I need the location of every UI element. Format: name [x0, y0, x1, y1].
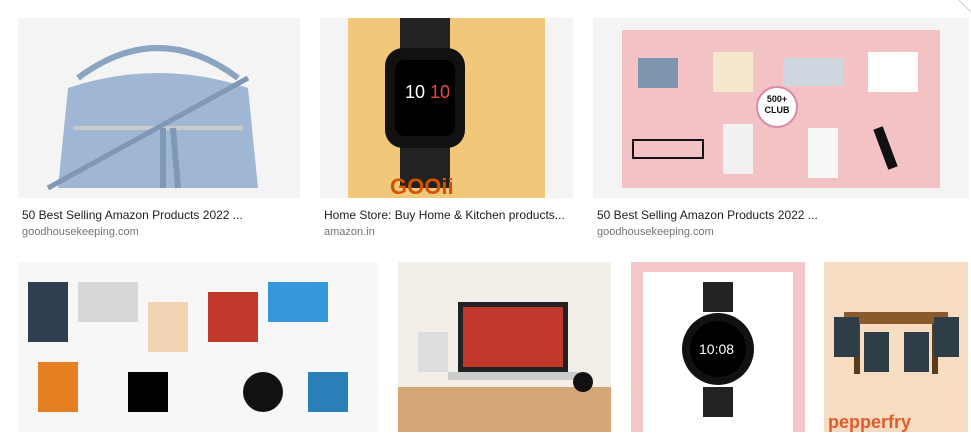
badge-top-text: 500+	[766, 94, 788, 104]
goqii-logo: GOOii	[390, 174, 454, 198]
result-card-3[interactable]: 500+ CLUB 50 Best Selling Amazon Product…	[593, 18, 969, 248]
result-source-2: amazon.in	[324, 226, 375, 238]
result-source-3: goodhousekeeping.com	[597, 226, 714, 238]
round-smartwatch-icon: 10:08	[682, 282, 754, 417]
result-image-6[interactable]: 10:08	[631, 262, 805, 432]
corner-fold-icon	[958, 0, 971, 13]
result-image-1[interactable]	[18, 18, 300, 198]
500-club-badge: 500+ CLUB	[756, 86, 798, 128]
badge-bottom-text: CLUB	[764, 105, 790, 115]
svg-text:10: 10	[405, 82, 425, 102]
result-title-1[interactable]: 50 Best Selling Amazon Products 2022 ...	[22, 208, 298, 222]
result-image-3[interactable]: 500+ CLUB	[593, 18, 969, 198]
result-image-2[interactable]: 10 10 GOOii	[320, 18, 573, 198]
svg-text:10: 10	[430, 82, 450, 102]
handbag-icon	[46, 45, 258, 191]
pepperfry-logo: pepperfry	[828, 412, 912, 432]
products-collage-icon	[28, 282, 348, 412]
result-title-2[interactable]: Home Store: Buy Home & Kitchen products.…	[324, 208, 573, 222]
result-card-2[interactable]: 10 10 GOOii Home Store: Buy Home & Kitch…	[320, 18, 573, 248]
laptop-icon	[398, 302, 611, 432]
result-image-4[interactable]	[18, 262, 378, 432]
dining-table-icon	[834, 312, 959, 374]
result-card-1[interactable]: 50 Best Selling Amazon Products 2022 ...…	[18, 18, 300, 248]
result-image-7[interactable]: pepperfry	[824, 262, 968, 432]
smartwatch-icon: 10 10	[385, 18, 465, 188]
watch-time: 10:08	[699, 341, 734, 357]
result-title-3[interactable]: 50 Best Selling Amazon Products 2022 ...	[597, 208, 957, 222]
result-image-5[interactable]	[398, 262, 611, 432]
result-source-1: goodhousekeeping.com	[22, 226, 139, 238]
